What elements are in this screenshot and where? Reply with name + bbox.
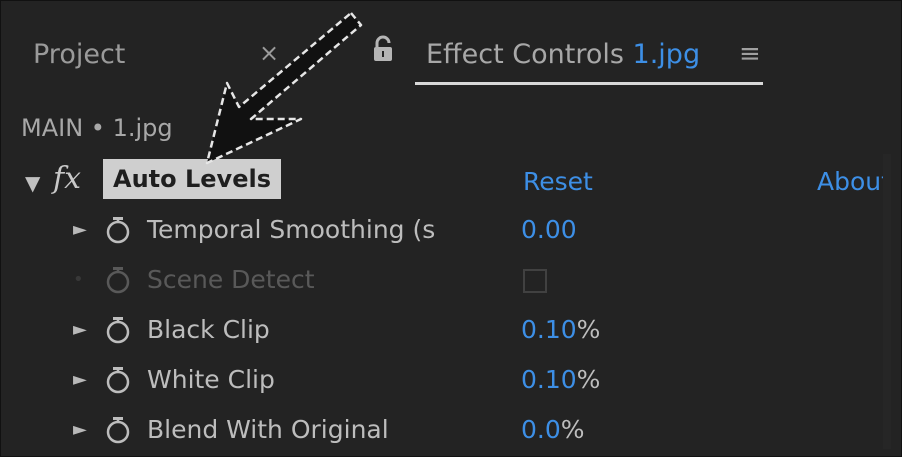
pointer-arrow-annotation — [205, 11, 363, 165]
screenshot-frame: Project × Effect Controls 1.jpg ≡ MAIN •… — [0, 0, 902, 457]
